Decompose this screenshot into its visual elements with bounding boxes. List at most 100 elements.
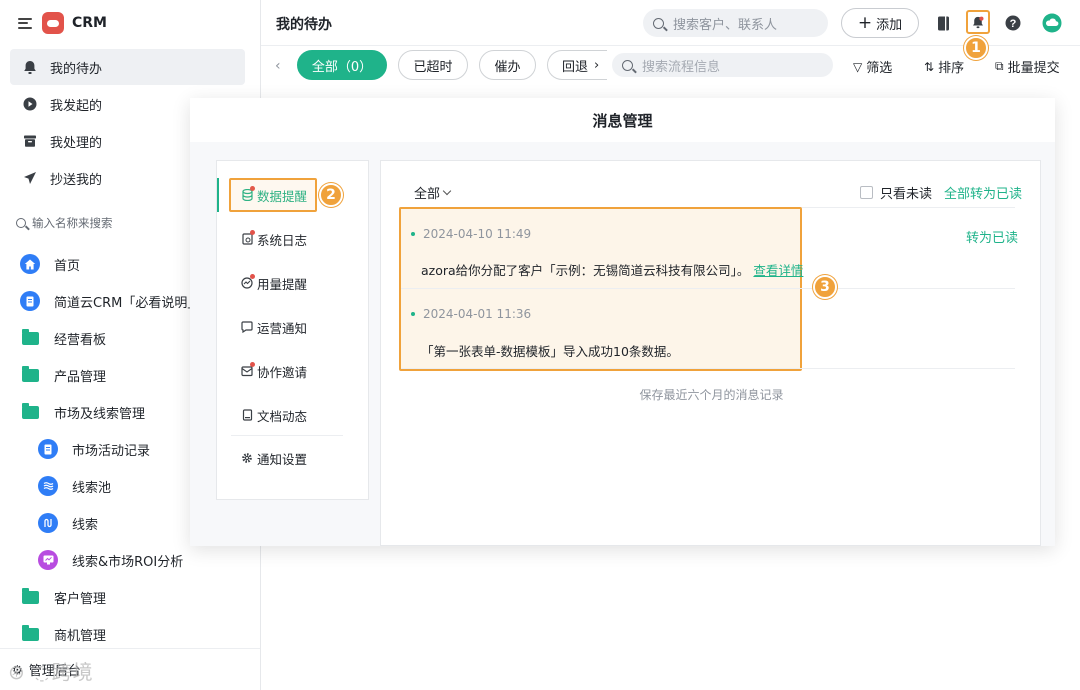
nav-label: 我发起的: [50, 98, 103, 114]
message-panel: 全部 只看未读 全部转为已读 2024-04-10 11:49 azora给你分…: [380, 160, 1041, 546]
nav-item-my-todo[interactable]: 我的待办: [10, 49, 245, 85]
tab-rollback[interactable]: 回退 ›: [547, 50, 607, 80]
search-icon: [622, 59, 633, 71]
database-icon: [241, 186, 255, 201]
tab-overdue[interactable]: 已超时: [398, 50, 468, 80]
menu-item-market-folder[interactable]: 市场及线索管理: [20, 397, 145, 427]
menu-item-leads[interactable]: 线索: [38, 508, 98, 538]
chevron-down-icon: [442, 186, 452, 195]
flow-search-input[interactable]: 搜索流程信息: [612, 53, 833, 77]
global-search-input[interactable]: 搜索客户、联系人: [643, 9, 828, 37]
divider: [401, 368, 1015, 369]
menu-item-roi-analysis[interactable]: 线索&市场ROI分析: [38, 545, 183, 575]
folder-icon: [20, 365, 40, 385]
category-operations-notice[interactable]: 运营通知: [217, 310, 368, 344]
unread-dot-icon: [411, 232, 415, 236]
folder-icon: [20, 328, 40, 348]
category-doc-activity[interactable]: 文档动态: [217, 398, 368, 432]
search-icon: [16, 218, 26, 228]
sort-button[interactable]: ⇅ 排序: [924, 57, 964, 77]
funnel-icon: ▽: [853, 59, 863, 74]
add-button[interactable]: + 添加: [841, 8, 919, 38]
sidebar-header: CRM: [0, 0, 260, 46]
bell-icon: [22, 59, 38, 75]
notebook-icon[interactable]: [932, 12, 954, 34]
message-time: 2024-04-10 11:49: [411, 227, 531, 241]
menu-item-opportunity-folder[interactable]: 商机管理: [20, 619, 106, 649]
folder-open-icon: [20, 402, 40, 422]
bell-icon: [973, 16, 984, 28]
dashboard-icon: [38, 550, 58, 570]
unread-dot-icon: [411, 312, 415, 316]
nav-label: 我的待办: [50, 61, 103, 77]
message-time: 2024-04-01 11:36: [411, 307, 531, 321]
plus-icon: +: [857, 12, 873, 33]
retention-note: 保存最近六个月的消息记录: [639, 388, 784, 402]
view-details-link[interactable]: 查看详情: [753, 263, 803, 278]
folder-icon: [20, 587, 40, 607]
category-usage-reminder[interactable]: 用量提醒: [217, 266, 368, 300]
search-icon: [653, 17, 664, 29]
topbar: 我的待办 搜索客户、联系人 + 添加 ?: [261, 0, 1080, 46]
copy-icon: ⧉: [995, 59, 1004, 73]
menu-item-home[interactable]: 首页: [20, 249, 80, 279]
home-icon: [20, 254, 40, 274]
archive-box-icon: [22, 133, 38, 149]
modal-title: 消息管理: [190, 98, 1055, 142]
nav-label: 我处理的: [50, 135, 103, 151]
chevron-left-icon[interactable]: ‹: [275, 58, 281, 74]
batch-submit-button[interactable]: ⧉ 批量提交: [995, 57, 1060, 76]
unread-only-checkbox[interactable]: 只看未读: [860, 183, 932, 202]
menu-item-product-folder[interactable]: 产品管理: [20, 360, 106, 390]
mark-read-link[interactable]: 转为已读: [966, 227, 1018, 246]
sort-icon: ⇅: [924, 59, 935, 74]
tab-all[interactable]: 全部（0）: [297, 50, 387, 80]
divider: [231, 435, 343, 436]
crm-logo-icon: [42, 12, 64, 34]
admin-console-link[interactable]: ⚙ 管理后台: [0, 648, 260, 690]
help-icon[interactable]: ?: [1002, 12, 1024, 34]
menu-item-dashboard-folder[interactable]: 经营看板: [20, 323, 106, 353]
svg-text:?: ?: [1010, 18, 1017, 30]
chat-icon: [241, 321, 253, 333]
gauge-icon: [241, 274, 255, 289]
menu-item-lead-pool[interactable]: 线索池: [38, 471, 111, 501]
flow-icon: [38, 513, 58, 533]
nav-label: 抄送我的: [50, 172, 103, 188]
mark-all-read-link[interactable]: 全部转为已读: [944, 183, 1022, 202]
mail-icon: [241, 362, 255, 377]
category-collab-invite[interactable]: 协作邀请: [217, 354, 368, 388]
play-circle-icon: [22, 96, 38, 112]
message-text: 「第一张表单-数据模板」导入成功10条数据。: [421, 344, 679, 359]
message-text: azora给你分配了客户「示例：无锡简道云科技有限公司」。 查看详情: [421, 263, 804, 278]
menu-item-market-activity[interactable]: 市场活动记录: [38, 434, 150, 464]
step-badge-3: 3: [813, 275, 837, 299]
settings-icon: ⚙: [12, 662, 23, 677]
message-filter-dropdown[interactable]: 全部: [414, 183, 452, 202]
filter-row: ‹ 全部（0） 已超时 催办 回退 › 搜索流程信息 ▽ 筛选 ⇅ 排序 ⧉ 批…: [261, 46, 1080, 86]
menu-item-customer-folder[interactable]: 客户管理: [20, 582, 106, 612]
chevron-right-icon[interactable]: ›: [594, 58, 599, 73]
app-name: CRM: [72, 15, 107, 31]
filter-button[interactable]: ▽ 筛选: [853, 57, 892, 77]
divider: [401, 288, 1015, 289]
folder-icon: [20, 624, 40, 644]
category-system-log[interactable]: 系统日志: [217, 222, 368, 256]
doc-icon: [241, 409, 253, 421]
form-icon: [38, 439, 58, 459]
gear-icon: [241, 452, 253, 464]
menu-toggle-icon[interactable]: [18, 17, 32, 29]
cloud-avatar-icon[interactable]: [1041, 12, 1063, 34]
log-icon: [241, 230, 255, 245]
menu-item-crm-guide[interactable]: 简道云CRM「必看说明」: [20, 286, 200, 316]
message-management-modal: 消息管理 数据提醒 系统日志 用量提醒 运营通知 协作邀请 文档动态 通知设置 …: [190, 98, 1055, 546]
category-list: 数据提醒 系统日志 用量提醒 运营通知 协作邀请 文档动态 通知设置: [216, 160, 369, 500]
category-notify-settings[interactable]: 通知设置: [217, 441, 368, 475]
pool-icon: [38, 476, 58, 496]
checkbox-box[interactable]: [860, 186, 873, 199]
document-icon: [20, 291, 40, 311]
page-title: 我的待办: [276, 17, 332, 33]
tab-urge[interactable]: 催办: [479, 50, 536, 80]
category-data-reminder[interactable]: 数据提醒: [217, 178, 368, 212]
notification-bell-button[interactable]: [966, 10, 990, 34]
